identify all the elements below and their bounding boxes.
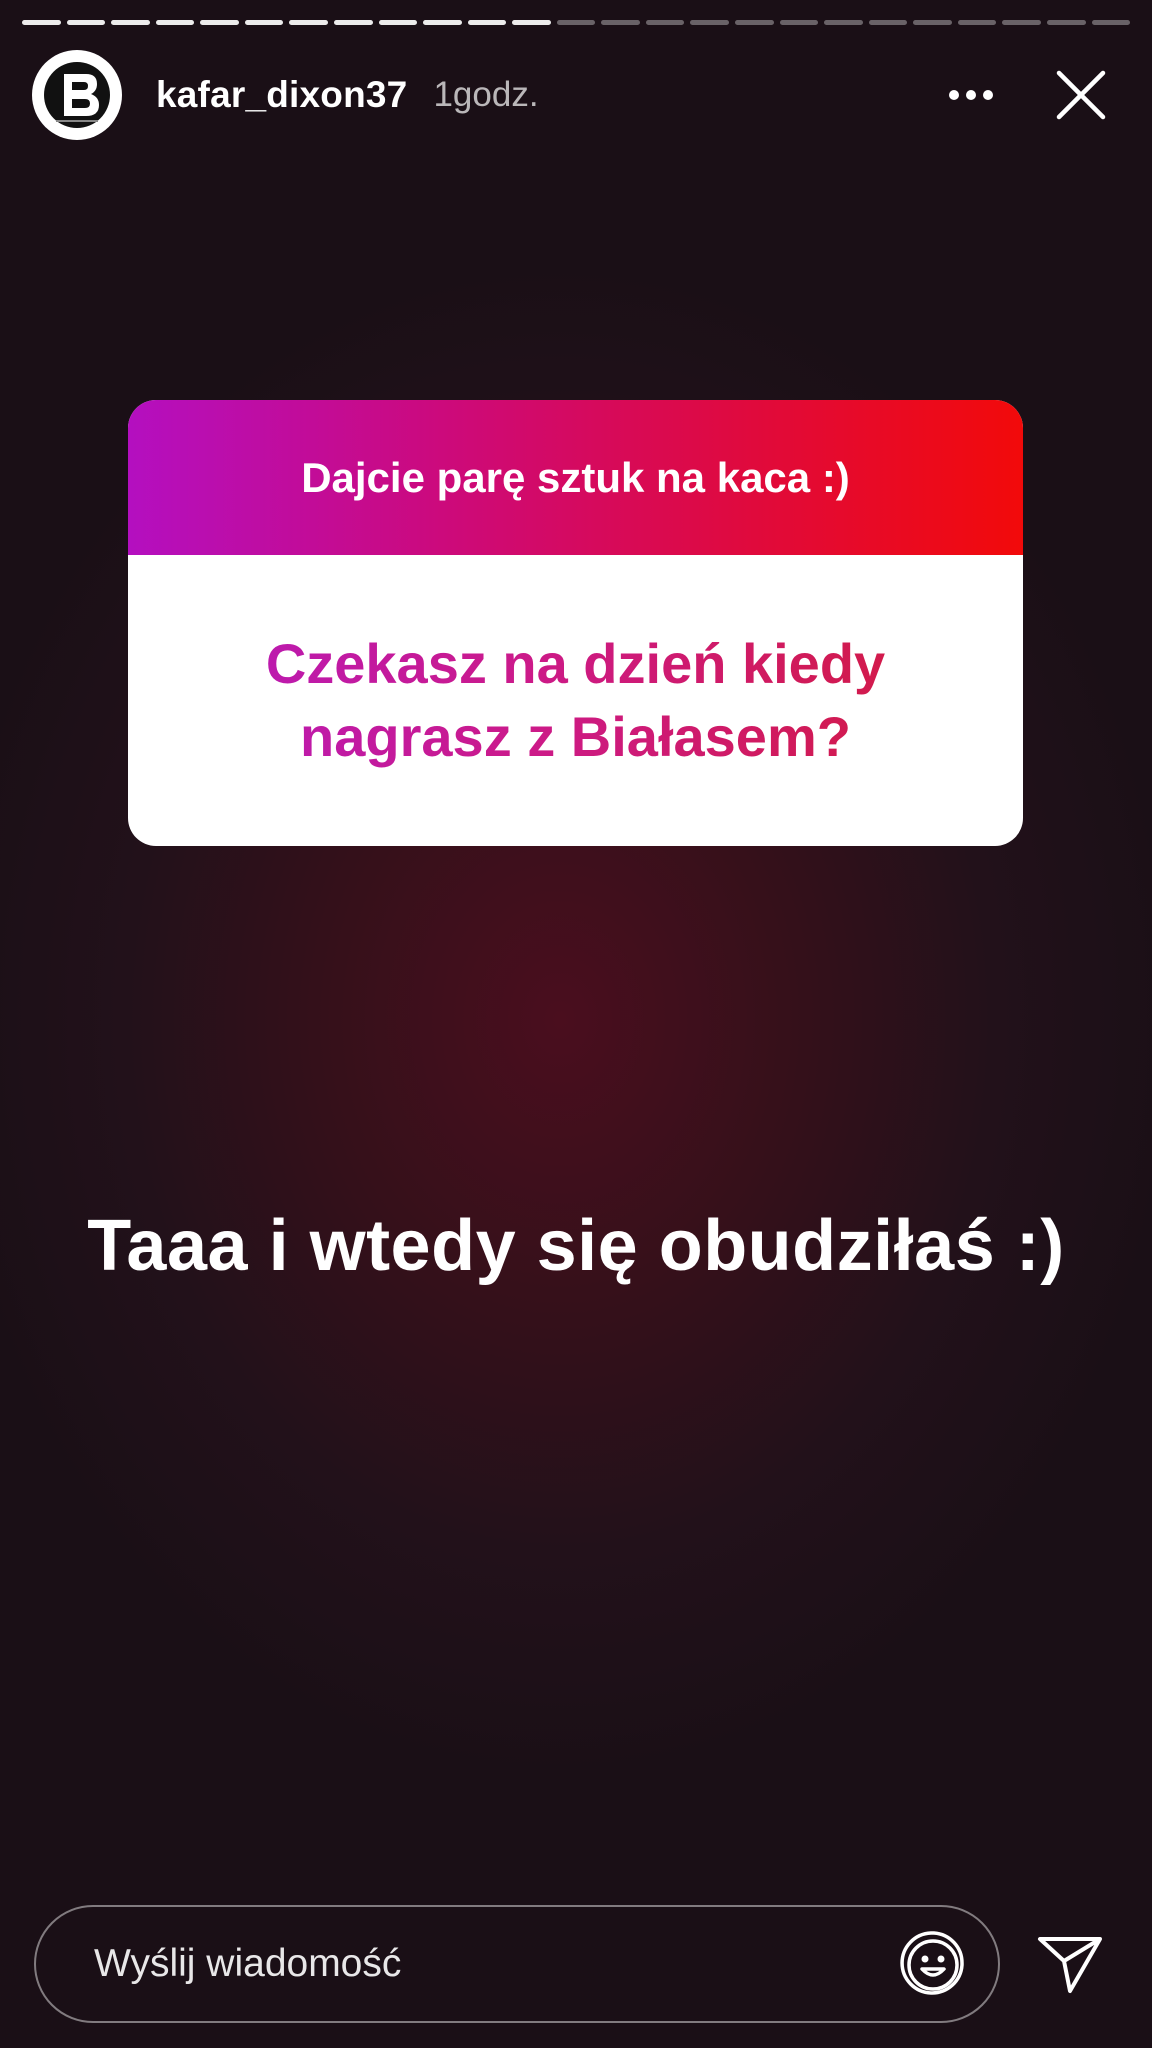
close-icon [1056,70,1106,120]
progress-segment [645,20,685,25]
progress-segment [423,20,462,25]
progress-segment [200,20,239,25]
post-time: 1godz. [433,75,539,114]
brand-logo-b-icon [44,62,110,128]
progress-segment [601,20,640,25]
progress-segment [556,20,596,25]
progress-segment [868,20,908,25]
progress-segment [1091,20,1131,25]
question-sticker-body: Czekasz na dzień kiedy nagrasz z Białase… [128,555,1023,846]
message-input[interactable] [94,1942,896,1986]
send-button[interactable] [1030,1924,1110,2004]
more-options-button[interactable] [936,60,1006,130]
close-button[interactable] [1046,60,1116,130]
question-prompt: Dajcie parę sztuk na kaca :) [301,453,850,501]
progress-segment [735,20,774,25]
message-field[interactable] [34,1905,1000,2023]
progress-segment [111,20,150,25]
story-viewer[interactable]: kafar_dixon37 1godz. Dajcie parę sztuk n… [0,0,1152,2048]
progress-segment [913,20,952,25]
question-text: Czekasz na dzień kiedy nagrasz z Białase… [188,628,963,774]
progress-segment [1046,20,1086,25]
story-reply-text: Taaa i wtedy się obudziłaś :) [87,1206,1065,1286]
question-sticker-header: Dajcie parę sztuk na kaca :) [128,400,1023,555]
progress-segment [512,20,551,25]
progress-segment [244,20,284,25]
sticker-smiley-icon [900,1931,964,1995]
progress-segment [957,20,997,25]
story-header: kafar_dixon37 1godz. [32,50,1130,140]
question-sticker: Dajcie parę sztuk na kaca :) Czekasz na … [128,400,1023,846]
progress-segment [289,20,328,25]
progress-segment [779,20,819,25]
story-progress-bar [22,20,1131,26]
sticker-button[interactable] [896,1927,970,2001]
progress-segment [690,20,729,25]
progress-segment [1002,20,1041,25]
story-footer [34,1905,1122,2023]
avatar[interactable] [32,50,122,140]
progress-segment [155,20,195,25]
progress-segment [378,20,418,25]
progress-segment [333,20,373,25]
progress-segment [824,20,863,25]
send-paper-plane-icon [1038,1937,1102,1993]
progress-segment [66,20,106,25]
more-dots-icon [949,90,993,100]
progress-segment [22,20,61,25]
username[interactable]: kafar_dixon37 [156,74,407,116]
progress-segment [467,20,507,25]
